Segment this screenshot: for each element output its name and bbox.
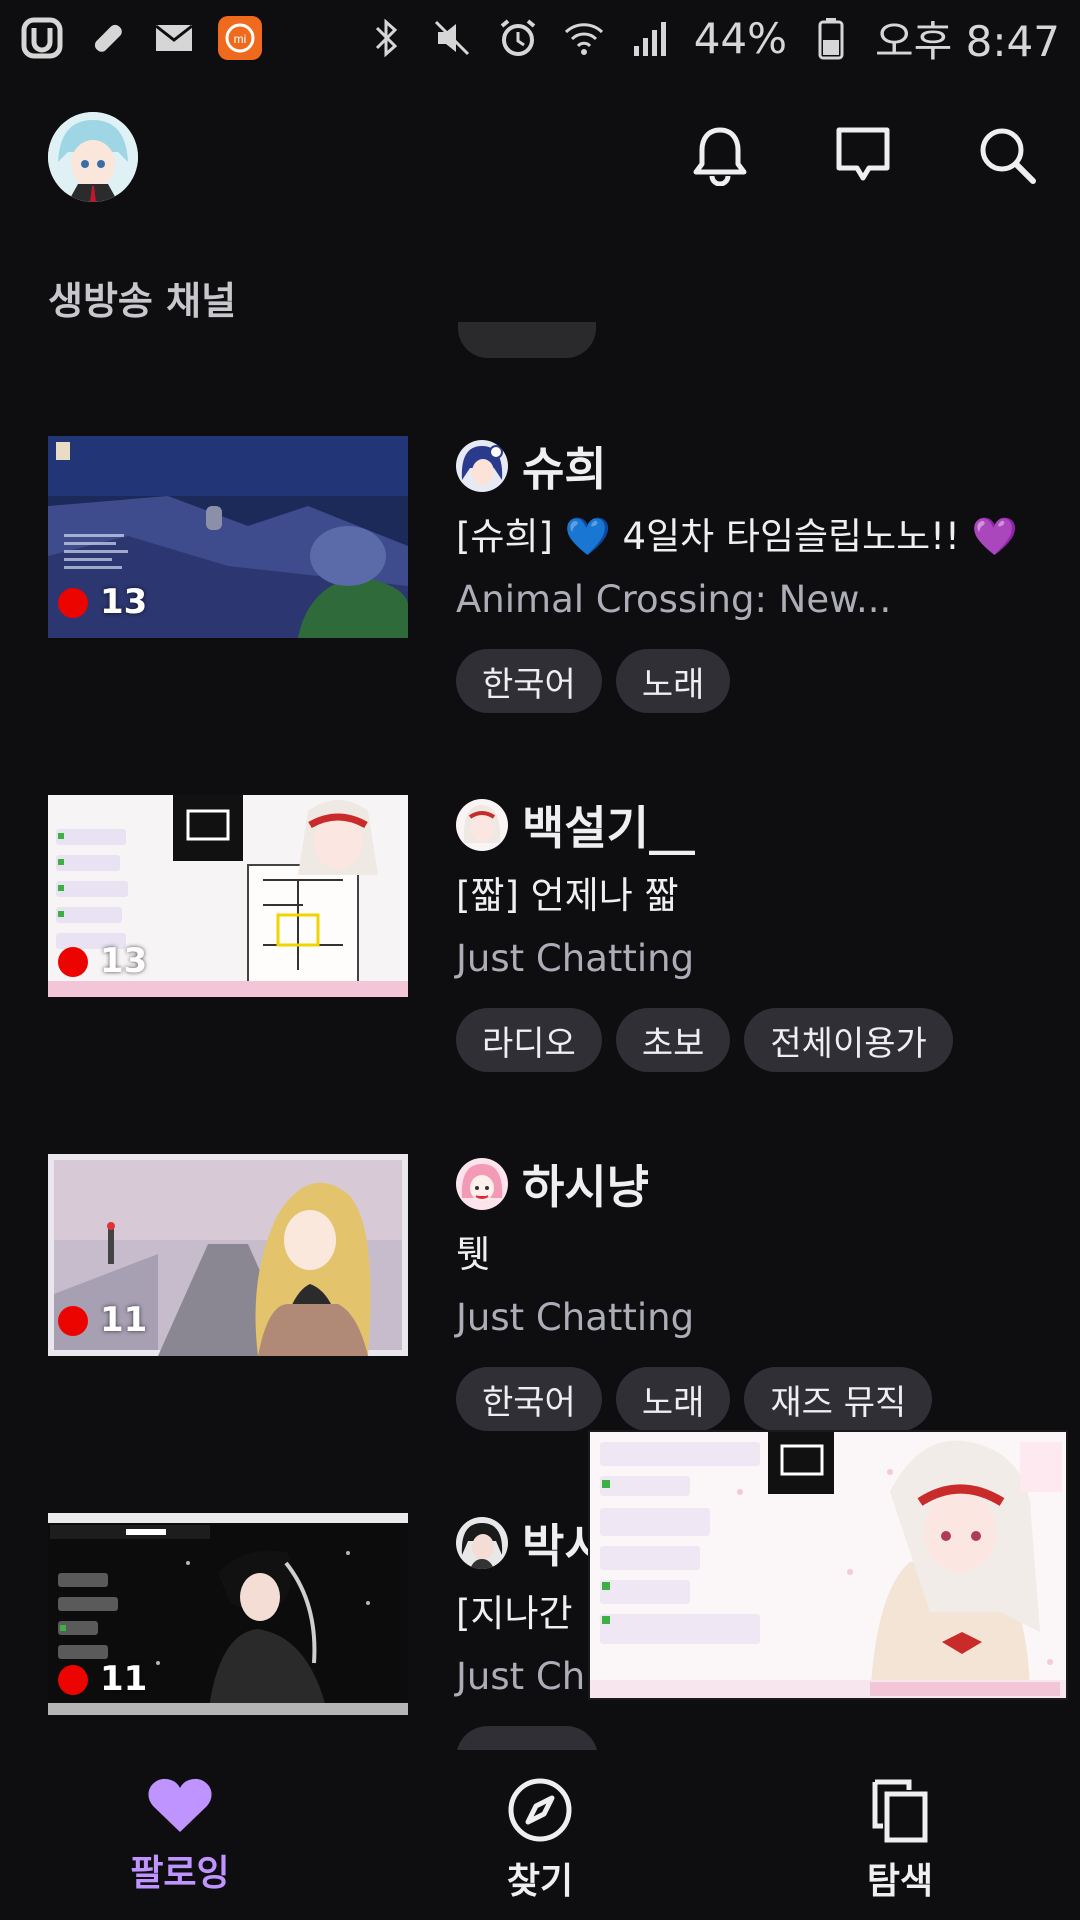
- nav-following-label: 팔로잉: [130, 1853, 230, 1894]
- nav-following[interactable]: 팔로잉: [0, 1750, 360, 1920]
- search-icon[interactable]: [974, 122, 1040, 188]
- picture-in-picture-player[interactable]: [588, 1430, 1068, 1700]
- wifi-icon: [562, 16, 606, 60]
- section-title: 생방송 채널: [48, 279, 237, 323]
- viewer-count: 13: [100, 941, 148, 981]
- tag-pill[interactable]: 한국어: [456, 1367, 602, 1431]
- channel-name[interactable]: 슈희: [522, 433, 607, 499]
- channel-name[interactable]: 백설기__: [522, 792, 695, 858]
- mute-icon: [430, 16, 474, 60]
- stream-category[interactable]: Animal Crossing: New...: [456, 578, 1056, 621]
- top-bar: [0, 100, 1080, 210]
- mi-app-icon: mi: [218, 16, 262, 60]
- tag-pill[interactable]: 재즈 뮤직: [744, 1367, 933, 1431]
- nav-discover[interactable]: 탐색: [720, 1750, 1080, 1920]
- bluetooth-icon: [364, 16, 408, 60]
- tag-pill-partial[interactable]: [456, 1726, 598, 1750]
- battery-icon: [809, 16, 853, 60]
- nav-discover-label: 탐색: [866, 1861, 934, 1902]
- stream-thumbnail[interactable]: 13: [48, 436, 408, 638]
- tag-pill[interactable]: 전체이용가: [744, 1008, 953, 1072]
- live-indicator: [58, 1665, 88, 1695]
- bottom-navigation: 팔로잉 찾기 탐색: [0, 1750, 1080, 1920]
- viewer-count: 13: [100, 582, 148, 622]
- nav-browse[interactable]: 찾기: [360, 1750, 720, 1920]
- alarm-icon: [496, 16, 540, 60]
- live-indicator: [58, 947, 88, 977]
- stream-info: 슈희 [슈희] 💙 4일차 타임슬립노노!! 💜 Animal Crossing…: [456, 436, 1056, 713]
- u-plus-icon: [20, 16, 64, 60]
- channel-avatar[interactable]: [456, 440, 508, 492]
- channel-avatar[interactable]: [456, 799, 508, 851]
- channel-name[interactable]: 하시냥: [522, 1151, 649, 1217]
- stream-category[interactable]: Just Chatting: [456, 1296, 1056, 1339]
- nav-browse-label: 찾기: [506, 1861, 574, 1902]
- bandage-icon: [86, 16, 130, 60]
- whispers-icon[interactable]: [830, 122, 896, 188]
- live-indicator: [58, 1306, 88, 1336]
- channel-avatar[interactable]: [456, 1517, 508, 1569]
- stream-card[interactable]: 13 백설기__ [짧] 언제나 짧 Just Chatting 라디오 초보 …: [0, 795, 1080, 1125]
- tag-pill[interactable]: 초보: [615, 1008, 731, 1072]
- stream-info: 하시냥 퉷 Just Chatting 한국어 노래 재즈 뮤직: [456, 1154, 1056, 1431]
- user-avatar[interactable]: [48, 112, 138, 202]
- compass-icon: [508, 1778, 572, 1842]
- tag-pill[interactable]: 노래: [615, 649, 731, 713]
- stream-title[interactable]: 퉷: [456, 1224, 1056, 1278]
- signal-icon: [628, 16, 672, 60]
- notifications-bell-icon[interactable]: [687, 122, 753, 188]
- channel-avatar[interactable]: [456, 1158, 508, 1210]
- mail-icon: [152, 16, 196, 60]
- svg-text:mi: mi: [234, 32, 247, 46]
- stream-category[interactable]: Just Chatting: [456, 937, 1056, 980]
- heart-icon: [148, 1778, 212, 1832]
- stream-tags: 라디오 초보 전체이용가: [456, 1008, 1056, 1072]
- stream-info: 백설기__ [짧] 언제나 짧 Just Chatting 라디오 초보 전체이…: [456, 795, 1056, 1072]
- stream-title[interactable]: [짧] 언제나 짧: [456, 865, 1056, 919]
- stream-tags: [456, 1726, 1056, 1750]
- tag-pill[interactable]: 한국어: [456, 649, 602, 713]
- stream-thumbnail[interactable]: 11: [48, 1513, 408, 1715]
- viewer-count: 11: [100, 1659, 148, 1699]
- copy-stack-icon: [872, 1779, 928, 1843]
- viewer-count: 11: [100, 1300, 148, 1340]
- battery-percent: 44%: [693, 13, 788, 63]
- stream-tags: 한국어 노래 재즈 뮤직: [456, 1367, 1056, 1431]
- stream-thumbnail[interactable]: 11: [48, 1154, 408, 1356]
- stream-tags: 한국어 노래: [456, 649, 1056, 713]
- live-indicator: [58, 588, 88, 618]
- stream-title[interactable]: [슈희] 💙 4일차 타임슬립노노!! 💜: [456, 506, 1056, 560]
- status-bar: mi 44% 오후 8:47: [0, 0, 1080, 76]
- tag-pill[interactable]: 라디오: [456, 1008, 602, 1072]
- tag-pill[interactable]: 노래: [615, 1367, 731, 1431]
- stream-thumbnail[interactable]: 13: [48, 795, 408, 997]
- clock: 오후 8:47: [875, 16, 1060, 66]
- stream-card[interactable]: 13 슈희 [슈희] 💙 4일차 타임슬립노노!! 💜 Animal Cross…: [0, 436, 1080, 766]
- tag-pill-partial[interactable]: [458, 322, 596, 358]
